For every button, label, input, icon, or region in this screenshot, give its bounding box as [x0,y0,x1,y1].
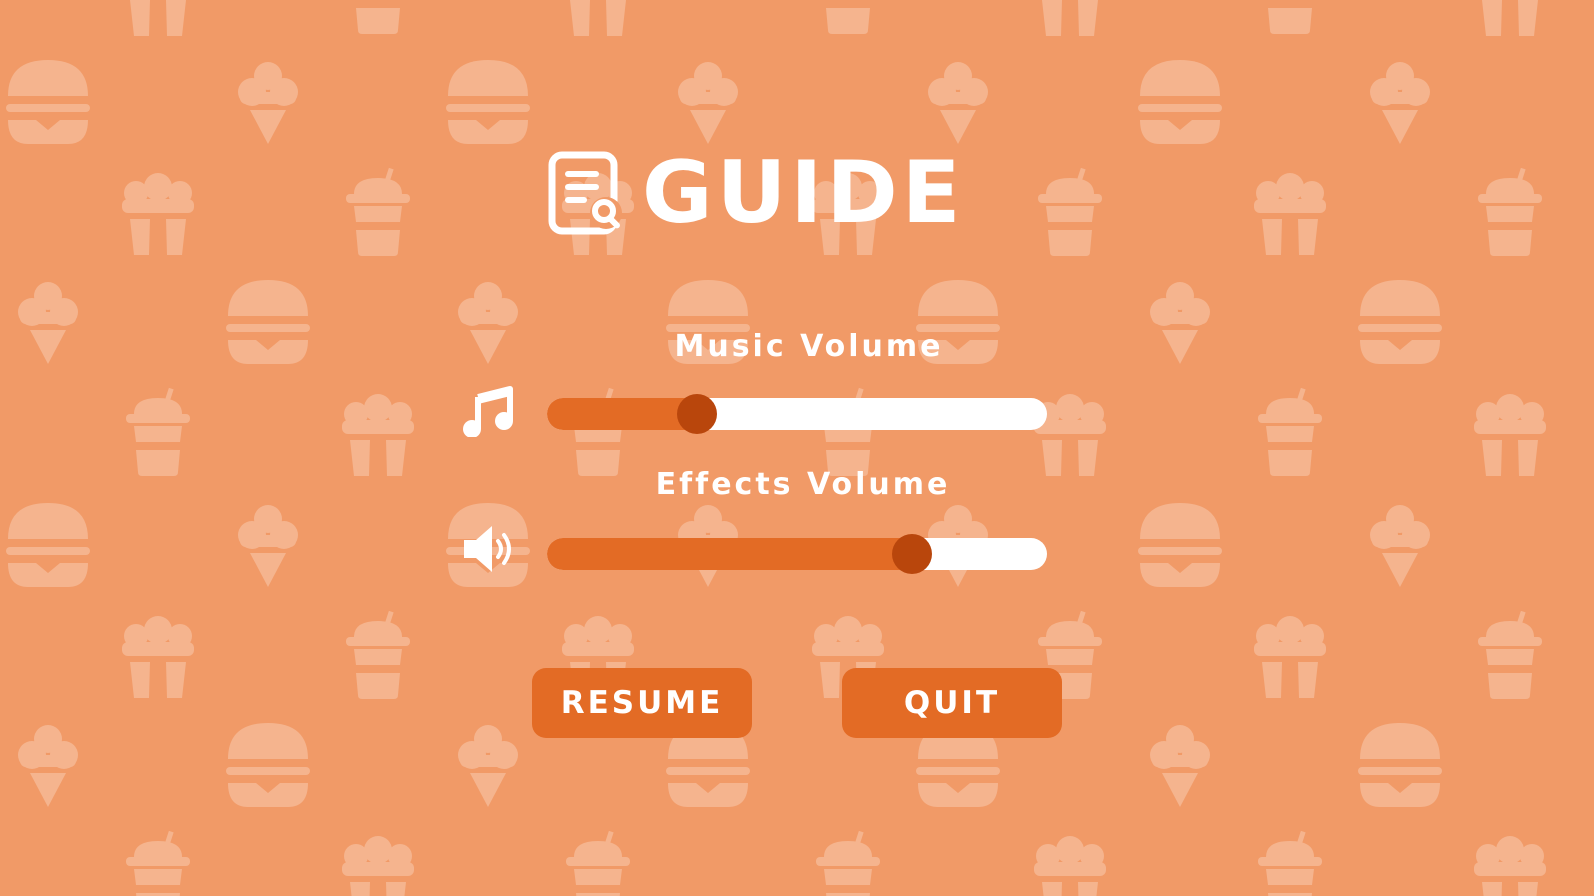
effects-volume-fill [547,538,912,570]
guide-document-search-icon [548,151,622,235]
guide-header: GUIDE [548,148,965,238]
food-pattern-background [6,0,1546,896]
music-volume-fill [547,398,697,430]
pause-menu-screen: GUIDE Music Volume Effects Volume RESUME… [0,0,1594,896]
music-volume-slider[interactable] [547,394,1047,434]
speaker-icon [464,526,511,572]
effects-volume-slider[interactable] [547,534,1047,574]
page-title: GUIDE [642,143,965,243]
music-volume-knob[interactable] [677,394,717,434]
effects-volume-knob[interactable] [892,534,932,574]
quit-button[interactable]: QUIT [842,668,1062,738]
resume-button[interactable]: RESUME [532,668,752,738]
music-volume-label: Music Volume [674,329,944,364]
effects-volume-label: Effects Volume [655,467,951,502]
music-note-icon [463,386,513,437]
